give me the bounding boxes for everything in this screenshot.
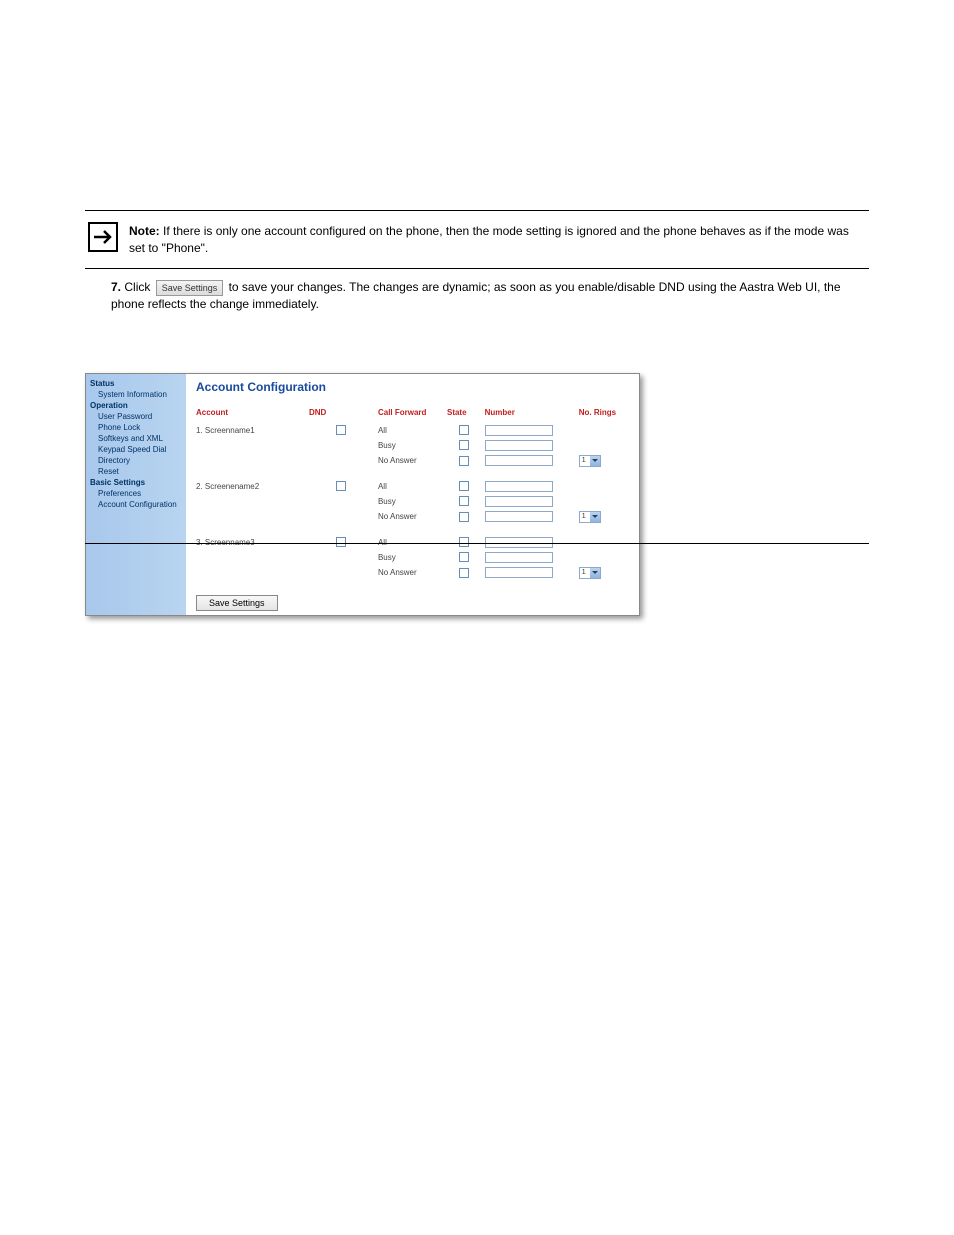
header-state: State — [447, 406, 485, 423]
header-dnd: DND — [309, 406, 378, 423]
state-checkbox[interactable] — [459, 456, 469, 466]
sidebar-item-preferences[interactable]: Preferences — [90, 488, 186, 499]
sidebar-item-phone-lock[interactable]: Phone Lock — [90, 422, 186, 433]
table-row: No Answer 1 — [196, 565, 629, 581]
table-row: Busy — [196, 438, 629, 453]
state-checkbox[interactable] — [459, 552, 469, 562]
table-row: Busy — [196, 550, 629, 565]
dnd-checkbox[interactable] — [336, 425, 346, 435]
number-input[interactable] — [485, 552, 553, 563]
cf-mode-all: All — [378, 479, 447, 494]
main-panel: Account Configuration Account DND Call F… — [186, 374, 639, 615]
state-checkbox[interactable] — [459, 512, 469, 522]
config-table: Account DND Call Forward State Number No… — [196, 406, 629, 581]
rings-select[interactable]: 1 — [579, 511, 601, 523]
account-label: 1. Screenname1 — [196, 423, 309, 438]
divider-bottom — [85, 268, 869, 269]
rings-select[interactable]: 1 — [579, 567, 601, 579]
number-input[interactable] — [485, 440, 553, 451]
panel-title: Account Configuration — [196, 380, 629, 394]
rings-select[interactable]: 1 — [579, 455, 601, 467]
cf-mode-all: All — [378, 423, 447, 438]
sidebar-item-reset[interactable]: Reset — [90, 466, 186, 477]
sidebar-heading-basic: Basic Settings — [90, 477, 186, 488]
chevron-down-icon — [590, 512, 600, 522]
dnd-checkbox[interactable] — [336, 481, 346, 491]
note-text: Note: If there is only one account confi… — [128, 221, 867, 258]
account-label: 2. Screenename2 — [196, 479, 309, 494]
header-no-rings: No. Rings — [579, 406, 629, 423]
state-checkbox[interactable] — [459, 481, 469, 491]
number-input[interactable] — [485, 567, 553, 578]
number-input[interactable] — [485, 481, 553, 492]
number-input[interactable] — [485, 425, 553, 436]
divider-top — [85, 210, 869, 211]
state-checkbox[interactable] — [459, 568, 469, 578]
sidebar-item-keypad-speed[interactable]: Keypad Speed Dial — [90, 444, 186, 455]
cf-mode-noanswer: No Answer — [378, 509, 447, 525]
table-row: 2. Screenename2 All — [196, 479, 629, 494]
account-config-screenshot: Status System Information Operation User… — [85, 373, 640, 616]
header-number: Number — [485, 406, 579, 423]
note-body-1: If there is only one account configured … — [129, 224, 849, 255]
header-call-forward: Call Forward — [378, 406, 447, 423]
number-input[interactable] — [485, 455, 553, 466]
sidebar-heading-operation: Operation — [90, 400, 186, 411]
note-arrow-icon — [88, 222, 118, 252]
note-label: Note: — [129, 224, 160, 238]
cf-mode-noanswer: No Answer — [378, 565, 447, 581]
sidebar-item-softkeys-xml[interactable]: Softkeys and XML — [90, 433, 186, 444]
footer-divider — [85, 543, 869, 544]
table-header-row: Account DND Call Forward State Number No… — [196, 406, 629, 423]
header-account: Account — [196, 406, 309, 423]
instr-prefix: Click — [124, 280, 150, 294]
cf-mode-busy: Busy — [378, 494, 447, 509]
sidebar-heading-status: Status — [90, 378, 186, 389]
table-row: Busy — [196, 494, 629, 509]
state-checkbox[interactable] — [459, 440, 469, 450]
sidebar-item-system-info[interactable]: System Information — [90, 389, 186, 400]
sidebar: Status System Information Operation User… — [86, 374, 186, 615]
number-input[interactable] — [485, 511, 553, 522]
chevron-down-icon — [590, 568, 600, 578]
sidebar-item-user-password[interactable]: User Password — [90, 411, 186, 422]
table-row: No Answer 1 — [196, 509, 629, 525]
table-row: No Answer 1 — [196, 453, 629, 469]
sidebar-item-directory[interactable]: Directory — [90, 455, 186, 466]
chevron-down-icon — [590, 456, 600, 466]
cf-mode-noanswer: No Answer — [378, 453, 447, 469]
save-settings-inline-button[interactable]: Save Settings — [156, 280, 224, 297]
instruction-text: 7. Click Save Settings to save your chan… — [85, 279, 869, 313]
cf-mode-busy: Busy — [378, 550, 447, 565]
cf-mode-busy: Busy — [378, 438, 447, 453]
number-input[interactable] — [485, 496, 553, 507]
sidebar-item-account-config[interactable]: Account Configuration — [90, 499, 186, 510]
save-settings-button[interactable]: Save Settings — [196, 595, 278, 611]
state-checkbox[interactable] — [459, 425, 469, 435]
state-checkbox[interactable] — [459, 496, 469, 506]
table-row: 1. Screenname1 All — [196, 423, 629, 438]
